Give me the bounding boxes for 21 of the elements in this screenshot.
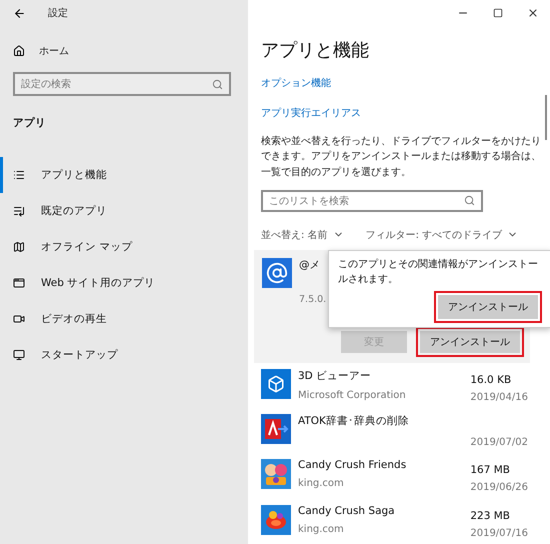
- popup-message: このアプリとその関連情報がアンインストールされます。: [338, 258, 539, 287]
- app-name: 3D ビューアー: [298, 368, 372, 383]
- app-publisher: king.com: [298, 524, 344, 535]
- app-size: 223 MB: [470, 510, 510, 522]
- app-publisher: king.com: [298, 478, 344, 490]
- app-date: 2019/07/02: [470, 437, 528, 448]
- app-size: 16.0 KB: [470, 374, 512, 386]
- description-text: 検索や並べ替えを行ったり、ドライブでフィルターをかけたりできます。アプリをアンインストールまたは移動する場合は、一覧で目的のアプリを選びます。: [261, 134, 542, 180]
- app-size: 167 MB: [470, 464, 510, 476]
- app-name: Candy Crush Friends: [298, 459, 406, 472]
- app-name: Candy Crush Saga: [298, 504, 395, 517]
- app-publisher: Microsoft Corporation: [298, 390, 406, 401]
- window-title: 設定: [48, 6, 68, 20]
- app-date: 2019/06/26: [470, 482, 528, 494]
- section-heading: アプリ: [13, 116, 47, 130]
- page-title: アプリと機能: [261, 38, 370, 62]
- app-date: 2019/04/16: [470, 392, 528, 403]
- app-version: 7.5.0.: [299, 294, 326, 305]
- app-name: ATOK辞書･辞典の削除: [298, 414, 409, 428]
- app-date: 2019/07/16: [470, 528, 528, 539]
- app-name: @メ: [299, 258, 320, 272]
